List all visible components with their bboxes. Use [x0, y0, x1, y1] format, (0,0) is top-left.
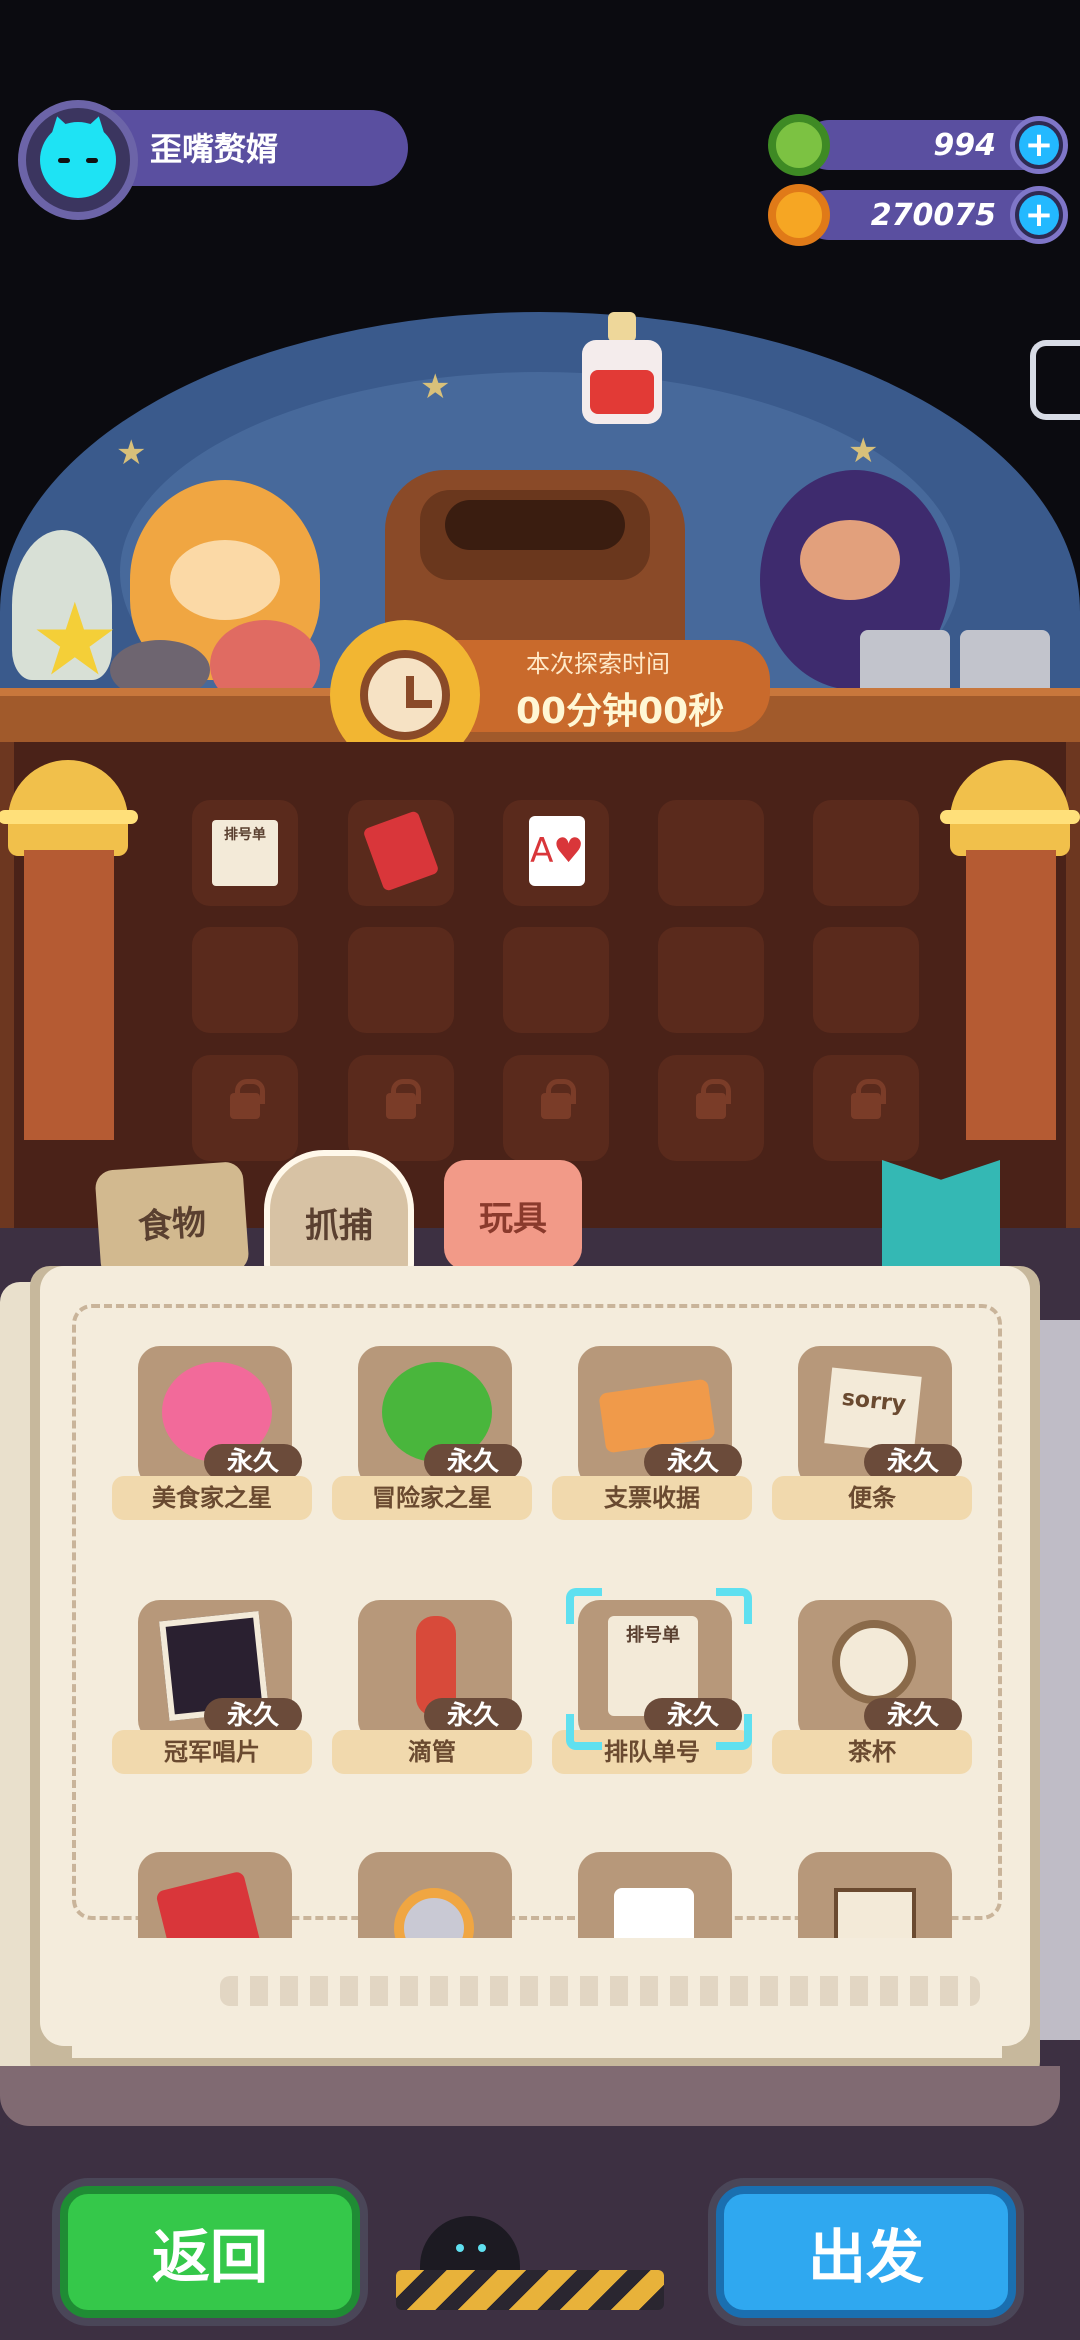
duration-badge: 永久	[424, 1444, 522, 1480]
item-name: 冒险家之星	[332, 1476, 532, 1520]
cat-food-cans-icon	[860, 610, 1070, 700]
note-icon: sorry	[824, 1367, 922, 1453]
red-book-icon	[362, 810, 440, 892]
item-name: 支票收据	[552, 1476, 752, 1520]
timer-value: 00分钟00秒	[516, 691, 725, 732]
inventory-item-selected[interactable]: 排号单 永久 排队单号	[552, 1588, 752, 1800]
expedition-timer: 本次探索时间 00分钟00秒	[330, 620, 770, 770]
banner-decor	[24, 850, 114, 1140]
locked-slot[interactable]	[348, 1055, 454, 1161]
locked-slot[interactable]	[192, 1055, 298, 1161]
cabinet-slot[interactable]: A♥	[503, 800, 609, 906]
lock-icon	[230, 1079, 265, 1119]
heart-card-icon	[614, 1888, 694, 1942]
duration-badge: 永久	[864, 1698, 962, 1734]
book-spine	[1040, 1320, 1080, 2040]
duration-badge: 永久	[644, 1444, 742, 1480]
donut-currency: 994 +	[768, 114, 1068, 176]
player-name: 歪嘴赘婿	[150, 130, 279, 168]
blurred-hint-text	[220, 1976, 980, 2006]
back-button[interactable]: 返回	[60, 2186, 360, 2318]
inventory-item[interactable]	[332, 1852, 532, 1942]
cat-avatar-icon	[40, 112, 116, 198]
avatar-frame[interactable]	[18, 100, 138, 220]
item-name: 冠军唱片	[112, 1730, 312, 1774]
item-name: 茶杯	[772, 1730, 972, 1774]
tab-food[interactable]: 食物	[94, 1160, 250, 1282]
side-clip-icon[interactable]	[1030, 340, 1080, 420]
selection-corner	[566, 1714, 602, 1750]
cabinet-slot[interactable]	[813, 800, 919, 906]
coin-count: 270075	[870, 198, 996, 233]
duration-badge: 永久	[424, 1698, 522, 1734]
lock-icon	[386, 1079, 421, 1119]
inventory-item[interactable]: 永久 冠军唱片	[112, 1600, 312, 1800]
cabinet-slot[interactable]	[348, 927, 454, 1033]
fine-ticket-icon	[834, 1888, 916, 1942]
inventory-item[interactable]: 永久 滴管	[332, 1600, 532, 1800]
star-decor-icon: ★	[420, 367, 451, 407]
locked-slot[interactable]	[813, 1055, 919, 1161]
star-decor-icon: ★	[848, 431, 879, 471]
inventory-item[interactable]: 永久 冒险家之星	[332, 1346, 532, 1546]
star-decor-icon: ★	[116, 433, 147, 473]
duration-badge: 永久	[864, 1444, 962, 1480]
inventory-item[interactable]: 永久 支票收据	[552, 1346, 752, 1546]
cabinet-slot[interactable]	[813, 927, 919, 1033]
selection-corner	[566, 1588, 602, 1624]
add-donut-button[interactable]: +	[1010, 116, 1068, 174]
heart-card-icon: A♥	[529, 816, 585, 886]
inventory-item[interactable]: 永久 美食家之星	[112, 1346, 312, 1546]
cabinet-slot[interactable]	[192, 927, 298, 1033]
inventory-item[interactable]: 永久 茶杯	[772, 1600, 972, 1800]
inventory-item-selected[interactable]	[552, 1852, 752, 1942]
queue-ticket-icon: 排号单	[212, 820, 278, 886]
teacup-icon	[832, 1620, 916, 1704]
banner-decor	[966, 850, 1056, 1140]
depart-button[interactable]: 出发	[716, 2186, 1016, 2318]
hazard-stripe	[396, 2270, 664, 2310]
timer-label: 本次探索时间	[526, 650, 670, 678]
green-donut-icon	[768, 114, 830, 176]
item-name: 便条	[772, 1476, 972, 1520]
add-coin-button[interactable]: +	[1010, 186, 1068, 244]
lock-icon	[851, 1079, 886, 1119]
locked-slot[interactable]	[658, 1055, 764, 1161]
cabinet-slot[interactable]	[658, 800, 764, 906]
donut-count: 994	[933, 128, 996, 163]
item-name: 滴管	[332, 1730, 532, 1774]
duration-badge: 永久	[204, 1698, 302, 1734]
duration-badge: 永久	[204, 1444, 302, 1480]
cabinet-slot[interactable]: 排号单	[192, 800, 298, 906]
inventory-item[interactable]	[772, 1852, 972, 1942]
potion-bottle-icon	[582, 312, 662, 424]
cabinet-slot[interactable]	[503, 927, 609, 1033]
lock-icon	[541, 1079, 576, 1119]
item-name: 美食家之星	[112, 1476, 312, 1520]
coin-currency: 270075 +	[768, 184, 1068, 246]
cabinet-slot[interactable]	[658, 927, 764, 1033]
locked-slot[interactable]	[503, 1055, 609, 1161]
selection-corner	[716, 1588, 752, 1624]
inventory-item[interactable]: sorry 永久 便条	[772, 1346, 972, 1546]
selection-corner	[716, 1714, 752, 1750]
gold-planet-coin-icon	[768, 184, 830, 246]
inventory-item-selected[interactable]	[112, 1852, 312, 1942]
lock-icon	[696, 1079, 731, 1119]
tab-toy[interactable]: 玩具	[444, 1160, 582, 1270]
cabinet-slot[interactable]	[348, 800, 454, 906]
player-profile[interactable]: 歪嘴赘婿	[18, 100, 408, 220]
